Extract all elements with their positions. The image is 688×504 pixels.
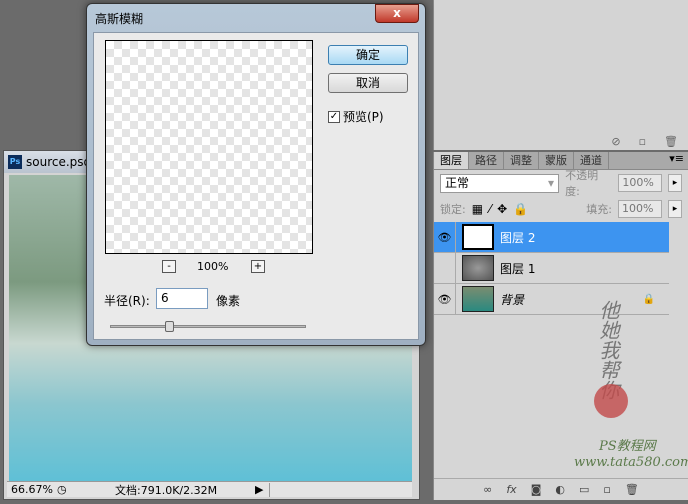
layer-name: 图层 1 <box>500 261 536 276</box>
opacity-field[interactable]: 100% <box>618 174 663 192</box>
status-menu-arrow-icon[interactable]: ▶ <box>255 483 263 496</box>
layer-row[interactable]: 👁 背景 🔒 <box>434 283 669 315</box>
layer-row[interactable]: 👁 图层 2 <box>434 221 669 253</box>
top-panel: ⊘ ▫ 🗑 <box>433 0 688 150</box>
fill-field[interactable]: 100% <box>618 200 662 218</box>
trash-icon[interactable]: 🗑 <box>625 483 639 496</box>
visibility-toggle[interactable] <box>434 252 456 284</box>
fx-icon[interactable]: fx <box>506 483 516 496</box>
layer-thumbnail <box>462 255 494 281</box>
preview-checkbox[interactable]: ✓ <box>328 110 340 123</box>
lock-icon: 🔒 <box>642 293 655 305</box>
gaussian-blur-dialog: 高斯模糊 x - 100% + 确定 取消 ✓ 预览(P) 半径(R): 6 像… <box>86 3 426 346</box>
lock-brush-icon[interactable]: ⁄ <box>489 202 491 216</box>
chevron-down-icon: ▾ <box>548 175 555 190</box>
radius-label: 半径(R): <box>104 294 150 308</box>
fill-label: 填充: <box>586 203 612 216</box>
folder-icon[interactable]: ▭ <box>579 483 589 496</box>
radius-slider[interactable] <box>110 321 306 332</box>
close-button[interactable]: x <box>375 4 419 23</box>
new-icon[interactable]: ▫ <box>639 135 646 148</box>
eye-icon[interactable]: 👁 <box>434 283 456 315</box>
panel-menu-icon[interactable]: ▾≡ <box>609 152 688 169</box>
site-name: PS教程网 <box>599 439 656 454</box>
status-bar: 66.67% ◷ 文档:791.0K/2.32M ▶ <box>7 481 412 497</box>
layer-row[interactable]: 图层 1 <box>434 252 669 284</box>
radius-input[interactable]: 6 <box>156 288 208 309</box>
zoom-in-button[interactable]: + <box>251 260 265 273</box>
new-layer-icon[interactable]: ▫ <box>603 483 610 496</box>
blend-mode-select[interactable]: 正常 ▾ <box>440 173 560 193</box>
adjustment-icon[interactable]: ◐ <box>555 483 565 496</box>
layer-thumbnail <box>462 224 494 250</box>
layer-thumbnail <box>462 286 494 312</box>
zoom-out-button[interactable]: - <box>162 260 176 273</box>
status-icon[interactable]: ◷ <box>57 483 115 496</box>
mask-icon[interactable]: ◙ <box>531 483 542 496</box>
lock-move-icon[interactable]: ✥ <box>497 202 507 216</box>
zoom-level[interactable]: 66.67% <box>7 483 57 496</box>
cancel-button[interactable]: 取消 <box>328 73 408 93</box>
opacity-arrow-icon[interactable]: ▸ <box>668 174 682 192</box>
tab-paths[interactable]: 路径 <box>469 152 504 169</box>
slider-knob[interactable] <box>165 321 174 332</box>
layer-name: 背景 <box>500 292 525 307</box>
blend-mode-value: 正常 <box>445 175 470 190</box>
preview-area[interactable] <box>105 40 313 254</box>
seal-stamp <box>594 384 628 418</box>
preview-zoom-level: 100% <box>197 260 229 273</box>
trash-icon[interactable]: 🗑 <box>664 135 678 148</box>
opacity-label: 不透明度: <box>565 169 599 198</box>
radius-unit: 像素 <box>216 294 241 308</box>
doc-info: 文档:791.0K/2.32M <box>115 483 218 497</box>
ok-button[interactable]: 确定 <box>328 45 408 65</box>
link-icon[interactable]: ∞ <box>483 483 492 496</box>
lock-label: 锁定: <box>440 203 466 216</box>
eye-icon[interactable]: 👁 <box>434 221 456 253</box>
fill-arrow-icon[interactable]: ▸ <box>668 200 682 218</box>
tab-adjustments[interactable]: 调整 <box>504 152 539 169</box>
ps-icon: Ps <box>8 155 22 169</box>
no-icon[interactable]: ⊘ <box>611 135 620 148</box>
horizontal-scrollbar[interactable] <box>269 482 412 497</box>
document-title: source.psd <box>26 155 92 169</box>
site-url: www.tata580.com <box>574 455 688 470</box>
lock-icon[interactable]: 🔒 <box>513 202 528 216</box>
preview-label: 预览(P) <box>343 110 384 124</box>
lock-transparency-icon[interactable]: ▦ <box>472 202 483 216</box>
layer-name: 图层 2 <box>500 230 536 245</box>
layers-panel: 图层 路径 调整 蒙版 通道 ▾≡ 正常 ▾ 不透明度: 100% ▸ 锁定: ▦… <box>433 152 688 500</box>
tab-layers[interactable]: 图层 <box>434 152 469 169</box>
